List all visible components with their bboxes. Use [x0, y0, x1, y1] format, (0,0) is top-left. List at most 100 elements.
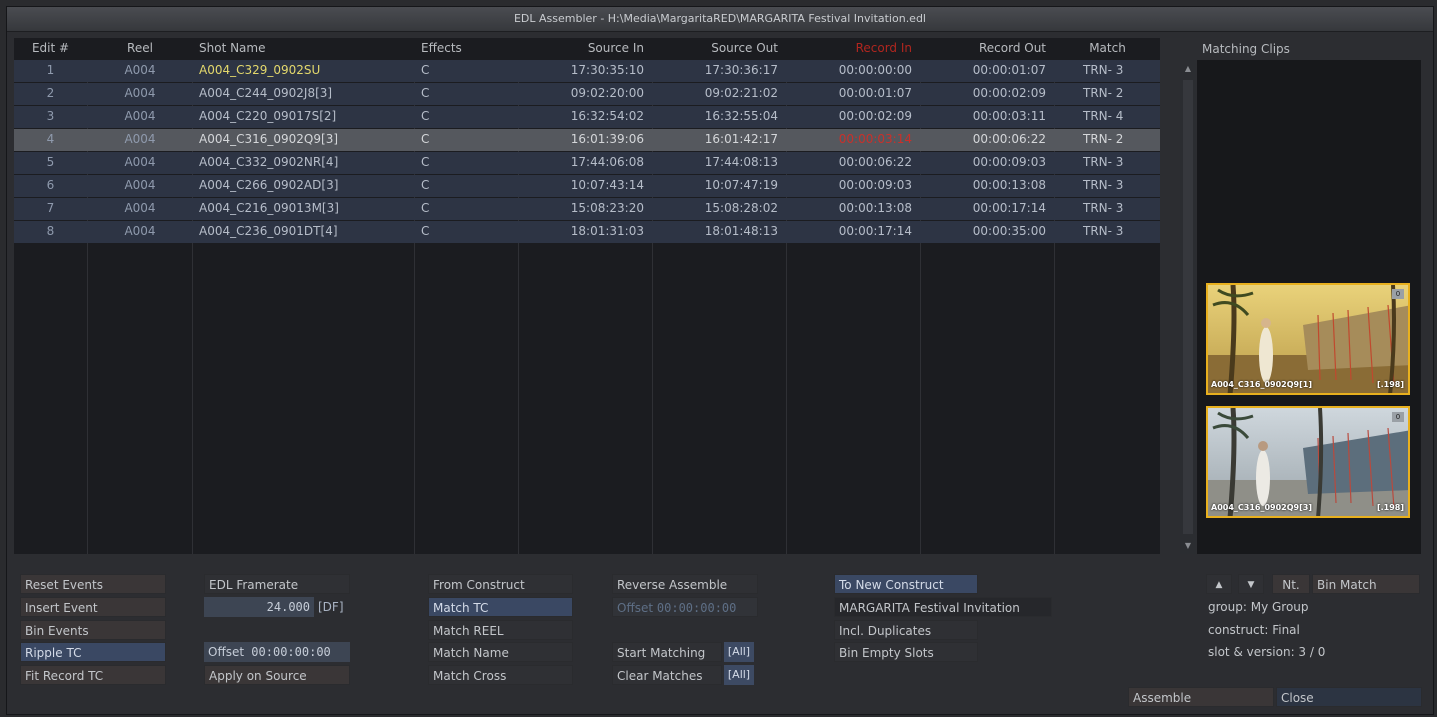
cell-edit-number: 1 [46, 63, 55, 77]
cell-reel: A004 [124, 63, 156, 77]
clear-matches-button[interactable]: Clear Matches [612, 665, 722, 685]
cell-reel: A004 [124, 224, 156, 238]
incl-duplicates-button[interactable]: Incl. Duplicates [834, 620, 978, 640]
cell-source-out: 10:07:47:19 [704, 178, 778, 192]
cell-match: TRN- 3 [1083, 63, 1124, 77]
table-row[interactable]: 8 A004 A004_C236_0901DT[4] C 18:01:31:03 18:0… [14, 221, 1160, 243]
col-record-out[interactable]: Record Out [921, 38, 1054, 59]
matching-clips-title: Matching Clips [1202, 42, 1290, 56]
col-shot-name[interactable]: Shot Name [193, 38, 414, 59]
cell-reel: A004 [124, 86, 156, 100]
cell-match: TRN- 3 [1083, 155, 1124, 169]
col-edit-number[interactable]: Edit # [14, 38, 87, 59]
col-effects[interactable]: Effects [415, 38, 518, 59]
to-new-construct-button[interactable]: To New Construct [834, 574, 978, 594]
cell-reel: A004 [124, 155, 156, 169]
cell-effects: C [421, 201, 430, 215]
cell-shot-name: A004_C316_0902Q9[3] [199, 132, 339, 146]
table-row[interactable]: 7 A004 A004_C216_09013M[3] C 15:08:23:20 15:0… [14, 198, 1160, 220]
match-tc-button[interactable]: Match TC [428, 597, 573, 617]
fit-record-tc-button[interactable]: Fit Record TC [20, 665, 166, 685]
cell-effects: C [421, 63, 430, 77]
cell-source-in: 17:30:35:10 [570, 63, 644, 77]
close-button[interactable]: Close [1276, 687, 1422, 707]
scroll-down-icon[interactable]: ▼ [1180, 541, 1196, 550]
apply-on-source-button[interactable]: Apply on Source [204, 665, 350, 685]
bin-events-button[interactable]: Bin Events [20, 620, 166, 640]
cell-source-out: 18:01:48:13 [704, 224, 778, 238]
assemble-button[interactable]: Assemble [1128, 687, 1274, 707]
col-record-in[interactable]: Record In [787, 38, 920, 59]
cell-record-out: 00:00:35:00 [972, 224, 1046, 238]
clip-tag: [.198] [1376, 380, 1404, 389]
nt-button[interactable]: Nt. [1272, 574, 1310, 594]
cell-record-out: 00:00:01:07 [972, 63, 1046, 77]
scroll-up-icon[interactable]: ▲ [1180, 64, 1196, 73]
clip-name: A004_C316_0902Q9[3] [1211, 503, 1312, 512]
table-row[interactable]: 2 A004 A004_C244_0902J8[3] C 09:02:20:00 09:0… [14, 83, 1160, 105]
match-name-button[interactable]: Match Name [428, 642, 573, 662]
cell-record-in: 00:00:02:09 [838, 109, 912, 123]
cell-record-in: 00:00:01:07 [838, 86, 912, 100]
cell-record-in: 00:00:09:03 [838, 178, 912, 192]
col-reel[interactable]: Reel [88, 38, 192, 59]
scrollbar-thumb[interactable] [1183, 80, 1193, 534]
cell-effects: C [421, 86, 430, 100]
cell-source-in: 18:01:31:03 [570, 224, 644, 238]
reset-events-button[interactable]: Reset Events [20, 574, 166, 594]
cell-match: TRN- 2 [1083, 132, 1124, 146]
reverse-assemble-button[interactable]: Reverse Assemble [612, 574, 758, 594]
start-matching-button[interactable]: Start Matching [612, 642, 722, 662]
offset-disabled-label: Offset [617, 601, 654, 615]
construct-name-field[interactable]: MARGARITA Festival Invitation [834, 597, 1052, 617]
cell-source-out: 15:08:28:02 [704, 201, 778, 215]
matching-clips-scrollbar[interactable]: ▲ ▼ [1180, 60, 1196, 554]
clip-tag: [.198] [1376, 503, 1404, 512]
insert-event-button[interactable]: Insert Event [20, 597, 166, 617]
table-row[interactable]: 6 A004 A004_C266_0902AD[3] C 10:07:43:14 10:0… [14, 175, 1160, 197]
clear-matches-all-tag[interactable]: [All] [724, 665, 754, 685]
cell-source-in: 09:02:20:00 [570, 86, 644, 100]
table-row[interactable]: 1 A004 A004_C329_0902SU C 17:30:35:10 17:30:3… [14, 60, 1160, 82]
col-source-in[interactable]: Source In [519, 38, 652, 59]
cell-edit-number: 3 [46, 109, 55, 123]
cell-match: TRN- 2 [1083, 86, 1124, 100]
clip-corner-badge: 0 [1392, 412, 1404, 422]
offset-disabled-field: Offset 00:00:00:00 [612, 597, 758, 617]
offset-value: 00:00:00:00 [251, 645, 331, 659]
matching-clip-thumbnail[interactable]: 0 A004_C316_0902Q9[3] [.198] [1206, 406, 1410, 518]
col-match[interactable]: Match [1055, 38, 1160, 59]
cell-shot-name: A004_C216_09013M[3] [199, 201, 339, 215]
framerate-input[interactable]: 24.000 [204, 597, 314, 617]
ripple-tc-button[interactable]: Ripple TC [20, 642, 166, 662]
match-reel-button[interactable]: Match REEL [428, 620, 573, 640]
bin-match-button[interactable]: Bin Match [1312, 574, 1420, 594]
matching-clip-thumbnail[interactable]: 0 A004_C316_0902Q9[1] [.198] [1206, 283, 1410, 395]
cell-record-out: 00:00:03:11 [972, 109, 1046, 123]
table-row[interactable]: 5 A004 A004_C332_0902NR[4] C 17:44:06:08 17:4… [14, 152, 1160, 174]
cell-effects: C [421, 155, 430, 169]
cell-edit-number: 5 [46, 155, 55, 169]
drop-frame-toggle[interactable]: [DF] [318, 597, 344, 617]
cell-record-out: 00:00:09:03 [972, 155, 1046, 169]
cell-record-out: 00:00:02:09 [972, 86, 1046, 100]
cell-record-in: 00:00:17:14 [838, 224, 912, 238]
move-up-icon[interactable]: ▲ [1206, 574, 1232, 594]
cell-reel: A004 [124, 178, 156, 192]
offset-input[interactable]: Offset 00:00:00:00 [204, 642, 350, 662]
move-down-icon[interactable]: ▼ [1238, 574, 1264, 594]
cell-source-in: 17:44:06:08 [570, 155, 644, 169]
col-source-out[interactable]: Source Out [653, 38, 786, 59]
table-row[interactable]: 4 A004 A004_C316_0902Q9[3] C 16:01:39:06 16:0… [14, 129, 1160, 151]
start-matching-all-tag[interactable]: [All] [724, 642, 754, 662]
match-cross-button[interactable]: Match Cross [428, 665, 573, 685]
cell-reel: A004 [124, 109, 156, 123]
edl-table: Edit # Reel Shot Name Effects Source In … [14, 38, 1160, 554]
cell-shot-name: A004_C236_0901DT[4] [199, 224, 338, 238]
cell-edit-number: 8 [46, 224, 55, 238]
cell-source-in: 16:32:54:02 [570, 109, 644, 123]
table-row[interactable]: 3 A004 A004_C220_09017S[2] C 16:32:54:02 16:3… [14, 106, 1160, 128]
clip-frame-image [1208, 285, 1408, 393]
from-construct-button[interactable]: From Construct [428, 574, 573, 594]
bin-empty-slots-button[interactable]: Bin Empty Slots [834, 642, 978, 662]
